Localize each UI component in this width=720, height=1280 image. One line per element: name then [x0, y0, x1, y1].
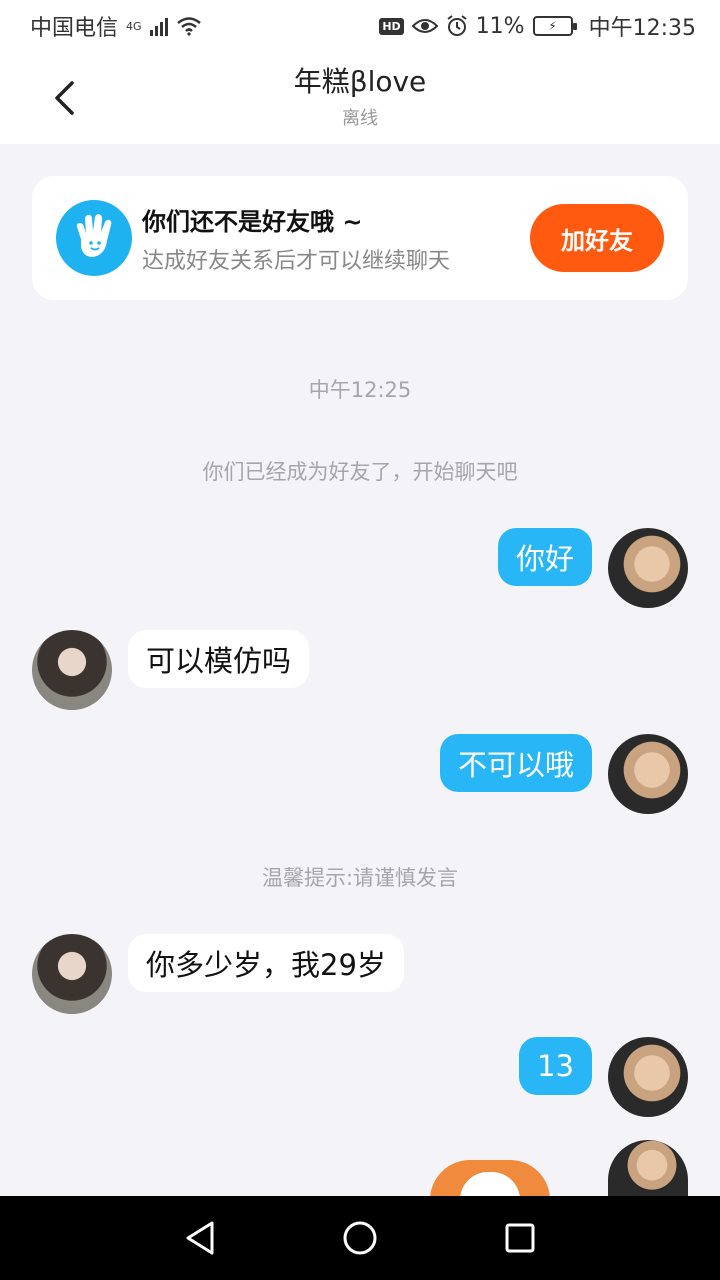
eye-icon	[411, 19, 438, 33]
contact-status: 离线	[342, 108, 378, 129]
status-left: 中国电信 4G	[30, 10, 202, 42]
my-avatar[interactable]	[608, 1037, 688, 1117]
triangle-back-icon	[186, 1221, 214, 1255]
sticker-image[interactable]	[430, 1160, 550, 1200]
message-bubble[interactable]: 你好	[497, 528, 592, 586]
not-friends-text: 你们还不是好友哦 ~ 达成好友关系后才可以继续聊天	[142, 202, 530, 275]
contact-avatar[interactable]	[32, 934, 112, 1014]
message-bubble[interactable]: 你多少岁，我29岁	[128, 934, 404, 992]
system-nav-bar	[0, 1196, 720, 1280]
message-bubble[interactable]: 可以模仿吗	[128, 630, 310, 688]
wifi-icon	[176, 17, 201, 36]
status-time: 中午12:35	[588, 16, 696, 41]
message-row: 不可以哦	[0, 734, 720, 814]
contact-avatar[interactable]	[32, 630, 112, 710]
message-row: 13	[0, 1037, 720, 1117]
battery-charging-icon: ⚡	[532, 16, 577, 36]
signal-icon	[149, 16, 168, 36]
hand-wave-icon	[56, 200, 132, 276]
system-notice: 你们已经成为好友了，开始聊天吧	[202, 460, 518, 484]
message-row: 可以模仿吗	[0, 630, 720, 710]
contact-name: 年糕βlove	[293, 65, 427, 98]
chat-header: 年糕βlove 离线	[0, 52, 720, 144]
not-friends-description: 达成好友关系后才可以继续聊天	[142, 248, 451, 274]
message-bubble[interactable]: 不可以哦	[439, 734, 592, 792]
not-friends-card: 你们还不是好友哦 ~ 达成好友关系后才可以继续聊天 加好友	[32, 176, 688, 300]
back-button[interactable]	[40, 74, 88, 122]
message-row: 你好	[0, 528, 720, 608]
my-avatar[interactable]	[608, 1140, 688, 1196]
status-bar: 中国电信 4G HD 11% ⚡ 中午12:35	[0, 0, 720, 52]
hd-badge: HD	[379, 17, 404, 35]
network-type: 4G	[126, 20, 142, 33]
circle-home-icon	[343, 1221, 377, 1255]
status-right: HD 11% ⚡ 中午12:35	[379, 10, 696, 42]
nav-back-button[interactable]	[170, 1208, 230, 1268]
message-bubble[interactable]: 13	[519, 1037, 592, 1095]
my-avatar[interactable]	[608, 734, 688, 814]
chevron-left-icon	[55, 81, 74, 115]
safety-tip: 温馨提示:请谨慎发言	[261, 866, 459, 890]
add-friend-button[interactable]: 加好友	[530, 204, 664, 272]
square-recents-icon	[505, 1223, 535, 1253]
alarm-icon	[447, 15, 467, 36]
message-row: 你多少岁，我29岁	[0, 934, 720, 1014]
carrier-label: 中国电信	[30, 16, 119, 41]
battery-percent: 11%	[475, 13, 525, 39]
my-avatar[interactable]	[608, 528, 688, 608]
not-friends-title: 你们还不是好友哦 ~	[142, 207, 363, 236]
chat-timestamp: 中午12:25	[308, 378, 412, 402]
nav-recents-button[interactable]	[490, 1208, 550, 1268]
nav-home-button[interactable]	[330, 1208, 390, 1268]
